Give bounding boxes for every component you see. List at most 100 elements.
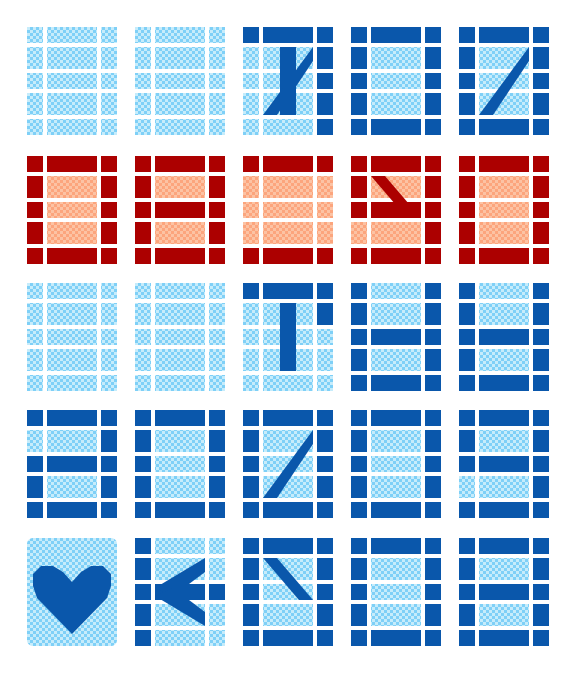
segment-g-dim [47, 202, 97, 218]
segment-br-lit [425, 248, 441, 264]
segment-ml-lit [351, 329, 367, 345]
inner-cell-2 [155, 93, 205, 115]
tile-r1-c5[interactable]: Z [459, 27, 549, 135]
segment-c-lit [533, 604, 549, 626]
tile-grid: 8870Z08E508818620Z09heartKN06 [27, 27, 549, 646]
tile-r4-c5[interactable]: 9 [459, 410, 549, 518]
segment-e-lit [351, 604, 367, 626]
segment-g-dim [47, 73, 97, 89]
segment-d-dim [155, 630, 205, 646]
segment-b-lit [317, 303, 333, 325]
inner-cell-2 [371, 604, 421, 626]
tile-r4-c1[interactable]: 2 [27, 410, 117, 518]
tile-r1-c2[interactable]: 8 [135, 27, 225, 135]
tile-r4-c2[interactable]: 0 [135, 410, 225, 518]
inner-cell-2 [47, 93, 97, 115]
tile-r3-c1[interactable]: 8 [27, 283, 117, 391]
tile-r4-c4[interactable]: 0 [351, 410, 441, 518]
segment-tl-dim [135, 27, 151, 43]
segment-ml-lit [135, 202, 151, 218]
segment-c-lit [425, 222, 441, 244]
segment-e-lit [351, 476, 367, 498]
segment-mr-lit [317, 456, 333, 472]
segment-tl-dim [135, 283, 151, 299]
segment-f-dim [243, 303, 259, 325]
segment-tr-dim [101, 283, 117, 299]
tile-r2-c1[interactable]: 0 [27, 156, 117, 264]
segment-e-lit [459, 604, 475, 626]
segment-a-lit [263, 410, 313, 426]
segment-e-dim [351, 222, 367, 244]
tile-r5-c3[interactable]: N [243, 538, 333, 646]
segment-a-lit [263, 283, 313, 299]
segment-f-lit [459, 303, 475, 325]
segment-ml-lit [351, 202, 367, 218]
segment-a-lit [371, 156, 421, 172]
segment-f-lit [135, 176, 151, 198]
segment-d-dim [47, 375, 97, 391]
segment-bl-lit [243, 248, 259, 264]
segment-ml-dim [243, 202, 259, 218]
segment-a-dim [47, 27, 97, 43]
segment-tr-lit [317, 27, 333, 43]
tile-r5-c5[interactable]: 6 [459, 538, 549, 646]
tile-r3-c2[interactable]: 8 [135, 283, 225, 391]
inner-cell-1 [371, 558, 421, 580]
segment-bl-lit [243, 502, 259, 518]
tile-r2-c4[interactable]: 5 [351, 156, 441, 264]
tile-r5-c1[interactable]: heart [27, 538, 117, 646]
inner-cell-2 [371, 222, 421, 244]
tile-r1-c1[interactable]: 8 [27, 27, 117, 135]
tile-r5-c4[interactable]: 0 [351, 538, 441, 646]
segment-bl-dim [135, 119, 151, 135]
tile-r3-c5[interactable]: 6 [459, 283, 549, 391]
segment-tr-lit [533, 538, 549, 554]
segment-br-lit [425, 119, 441, 135]
segment-bl-lit [459, 248, 475, 264]
segment-ml-lit [135, 456, 151, 472]
segment-e-lit [135, 476, 151, 498]
segment-f-lit [135, 558, 151, 580]
segment-c-lit [425, 476, 441, 498]
segment-br-dim [101, 119, 117, 135]
segment-bl-lit [351, 630, 367, 646]
segment-e-lit [459, 349, 475, 371]
segment-mr-dim [317, 202, 333, 218]
segment-b-lit [533, 303, 549, 325]
segment-c-lit [101, 222, 117, 244]
segment-e-dim [135, 93, 151, 115]
tile-r4-c3[interactable]: Z [243, 410, 333, 518]
segment-c-lit [533, 476, 549, 498]
tile-r3-c3[interactable]: 1 [243, 283, 333, 391]
segment-bl-lit [135, 502, 151, 518]
segment-a-lit [371, 27, 421, 43]
segment-a-lit [479, 156, 529, 172]
segment-tl-lit [135, 538, 151, 554]
segment-ml-lit [243, 456, 259, 472]
segment-tl-lit [27, 410, 43, 426]
tile-r1-c3[interactable]: 7 [243, 27, 333, 135]
segment-b-lit [101, 430, 117, 452]
segment-c-dim [209, 93, 225, 115]
tile-r2-c2[interactable]: 8 [135, 156, 225, 264]
tile-r5-c2[interactable]: K [135, 538, 225, 646]
segment-g-dim [371, 73, 421, 89]
segment-e-lit [243, 604, 259, 626]
segment-ml-lit [351, 73, 367, 89]
segment-d-lit [263, 248, 313, 264]
tile-r3-c4[interactable]: 8 [351, 283, 441, 391]
inner-cell-2 [263, 222, 313, 244]
tile-r2-c5[interactable]: 0 [459, 156, 549, 264]
segment-tl-lit [351, 156, 367, 172]
segment-c-lit [317, 476, 333, 498]
segment-br-dim [317, 375, 333, 391]
segment-br-lit [101, 502, 117, 518]
tile-r2-c3[interactable]: E [243, 156, 333, 264]
segment-a-lit [263, 27, 313, 43]
segment-c-dim [101, 349, 117, 371]
tile-r1-c4[interactable]: 0 [351, 27, 441, 135]
segment-d-lit [479, 119, 529, 135]
inner-cell-2 [155, 222, 205, 244]
segment-ml-lit [459, 329, 475, 345]
inner-cell-1 [479, 558, 529, 580]
